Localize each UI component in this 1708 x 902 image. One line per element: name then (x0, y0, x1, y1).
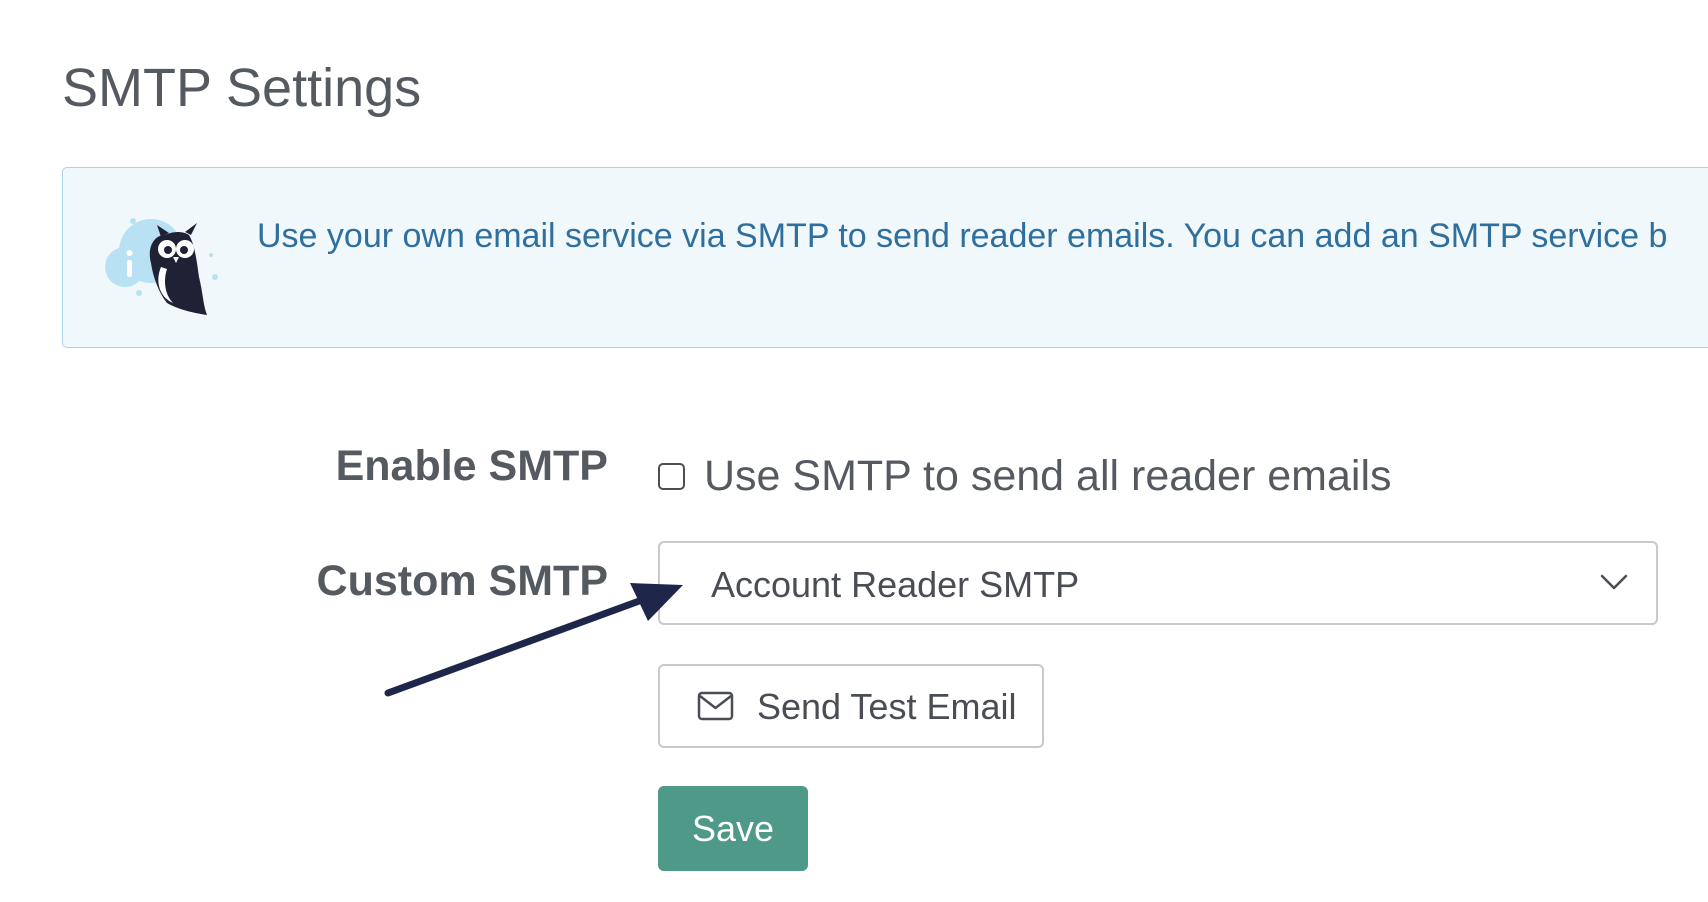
info-text: Use your own email service via SMTP to s… (257, 217, 1668, 255)
enable-smtp-checkbox-label[interactable]: Use SMTP to send all reader emails (704, 455, 1392, 498)
smtp-settings-page: SMTP Settings Use your own email service… (0, 0, 1708, 902)
owl-info-icon (105, 218, 218, 315)
info-callout: Use your own email service via SMTP to s… (62, 167, 1708, 348)
envelope-icon (697, 691, 734, 721)
custom-smtp-select[interactable]: Account Reader SMTP (658, 541, 1658, 625)
save-button[interactable]: Save (658, 786, 808, 871)
enable-smtp-label: Enable SMTP (335, 442, 608, 490)
enable-smtp-toggle[interactable]: Use SMTP to send all reader emails (658, 455, 1392, 498)
page-title: SMTP Settings (62, 58, 422, 118)
custom-smtp-label: Custom SMTP (316, 557, 608, 605)
send-test-email-label: Send Test Email (757, 686, 1017, 727)
save-button-label: Save (691, 808, 775, 849)
custom-smtp-selected-value: Account Reader SMTP (711, 564, 1080, 605)
enable-smtp-checkbox[interactable] (658, 463, 685, 490)
send-test-email-button[interactable]: Send Test Email (658, 664, 1044, 748)
chevron-down-icon (1600, 574, 1628, 590)
